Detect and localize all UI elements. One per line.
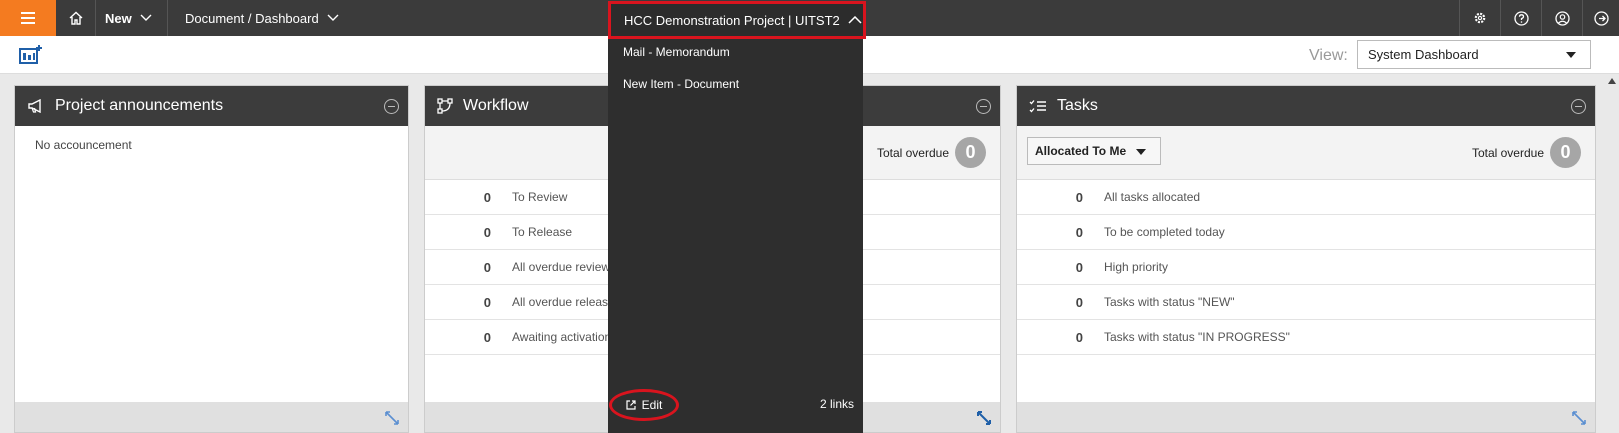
row-label: All tasks allocated [1104, 190, 1201, 204]
row-label: High priority [1104, 260, 1169, 274]
tasks-filter-bar: Allocated To Me Total overdue 0 [1017, 126, 1595, 180]
panel-footer [1017, 402, 1595, 432]
collapse-icon[interactable] [1571, 99, 1586, 114]
total-overdue: Total overdue 0 [1472, 137, 1581, 168]
task-row[interactable]: 0 Tasks with status "IN PROGRESS" [1017, 320, 1595, 355]
help-button[interactable] [1500, 0, 1541, 36]
row-count: 0 [483, 259, 491, 275]
empty-message: No accouncement [35, 138, 132, 152]
announcements-header: Project announcements [15, 86, 408, 126]
expand-icon[interactable] [384, 410, 400, 426]
hamburger-icon [21, 12, 35, 24]
menu-item-mail-memorandum[interactable]: Mail - Memorandum [608, 36, 863, 68]
home-button[interactable] [56, 0, 96, 36]
row-label: All overdue reviews [512, 260, 617, 274]
row-label: To Release [512, 225, 573, 239]
collapse-icon[interactable] [384, 99, 399, 114]
chevron-down-icon [327, 14, 339, 21]
row-label: To Review [512, 190, 568, 204]
home-icon [69, 11, 82, 25]
overdue-label: Total overdue [1471, 145, 1544, 160]
user-icon [1554, 10, 1570, 26]
chevron-up-icon [848, 16, 862, 24]
tasks-header: Tasks [1017, 86, 1595, 126]
links-count: 2 links [819, 397, 854, 411]
workflow-icon [437, 98, 453, 114]
menu-footer: Edit 2 links [608, 389, 863, 421]
row-count: 0 [483, 224, 491, 240]
row-count: 0 [1075, 189, 1083, 205]
document-dashboard-menu[interactable]: Document / Dashboard [168, 0, 348, 36]
project-label: HCC Demonstration Project | UITST2 [624, 12, 840, 28]
panel-title: Project announcements [55, 97, 224, 114]
expand-icon[interactable] [1571, 410, 1587, 426]
panel-title: Tasks [1057, 97, 1098, 114]
external-edit-icon [626, 400, 636, 410]
nav-label: Document / Dashboard [185, 10, 319, 26]
chevron-down-icon [140, 14, 152, 21]
caret-down-icon [1566, 52, 1576, 58]
row-count: 0 [1075, 224, 1083, 240]
row-label: Tasks with status "IN PROGRESS" [1104, 330, 1290, 344]
user-profile-button[interactable] [1541, 0, 1582, 36]
task-row[interactable]: 0 All tasks allocated [1017, 180, 1595, 215]
panel-title: Workflow [463, 97, 529, 114]
logout-icon [1593, 10, 1609, 26]
new-label: New [105, 10, 132, 26]
tasks-list: 0 All tasks allocated 0 To be completed to… [1017, 180, 1595, 355]
settings-button[interactable] [1459, 0, 1500, 36]
row-label: Awaiting activation [512, 330, 612, 344]
task-row[interactable]: 0 High priority [1017, 250, 1595, 285]
panel-footer [15, 402, 408, 432]
add-widget-icon[interactable] [19, 44, 43, 66]
row-count: 0 [1075, 294, 1083, 310]
tasks-panel: Tasks Allocated To Me Total overdue 0 0A… [1016, 85, 1596, 433]
logout-button[interactable] [1582, 0, 1619, 36]
row-count: 0 [483, 294, 491, 310]
view-label: View: [1309, 47, 1348, 64]
row-label: Tasks with status "NEW" [1104, 295, 1235, 309]
project-links-menu: Mail - Memorandum New Item - Document Ed… [608, 36, 863, 433]
project-selector[interactable]: HCC Demonstration Project | UITST2 [608, 1, 866, 39]
menu-item-new-document[interactable]: New Item - Document [608, 68, 863, 100]
help-icon [1513, 10, 1529, 26]
overdue-label: Total overdue [876, 145, 949, 160]
allocation-filter-dropdown[interactable]: Allocated To Me [1027, 137, 1161, 165]
row-count: 0 [1075, 259, 1083, 275]
collapse-icon[interactable] [976, 99, 991, 114]
row-label: All overdue releases [512, 295, 621, 309]
view-select[interactable]: System Dashboard [1357, 40, 1591, 69]
task-list-icon [1029, 99, 1046, 112]
view-select-value: System Dashboard [1368, 47, 1479, 62]
gear-icon [1474, 12, 1486, 24]
row-count: 0 [1075, 329, 1083, 345]
top-navigation-bar: New Document / Dashboard HCC Demonstrati… [0, 0, 1619, 39]
task-row[interactable]: 0 Tasks with status "NEW" [1017, 285, 1595, 320]
row-count: 0 [483, 189, 491, 205]
row-label: To be completed today [1104, 225, 1225, 239]
scroll-up-arrow-icon[interactable] [1608, 78, 1616, 84]
edit-links-button[interactable]: Edit [609, 389, 679, 421]
page-scrollbar[interactable] [1605, 74, 1619, 433]
total-overdue: Total overdue 0 [877, 137, 986, 168]
edit-label: Edit [641, 398, 663, 412]
expand-icon[interactable] [976, 410, 992, 426]
hamburger-menu-button[interactable] [0, 0, 56, 36]
task-row[interactable]: 0 To be completed today [1017, 215, 1595, 250]
row-count: 0 [483, 329, 491, 345]
overdue-count-badge: 0 [955, 137, 986, 168]
caret-down-icon [1136, 149, 1146, 155]
megaphone-icon [28, 99, 41, 113]
new-menu-button[interactable]: New [96, 0, 168, 36]
filter-value: Allocated To Me [1035, 144, 1127, 158]
announcements-panel: Project announcements No accouncement [14, 85, 409, 433]
overdue-count-badge: 0 [1550, 137, 1581, 168]
